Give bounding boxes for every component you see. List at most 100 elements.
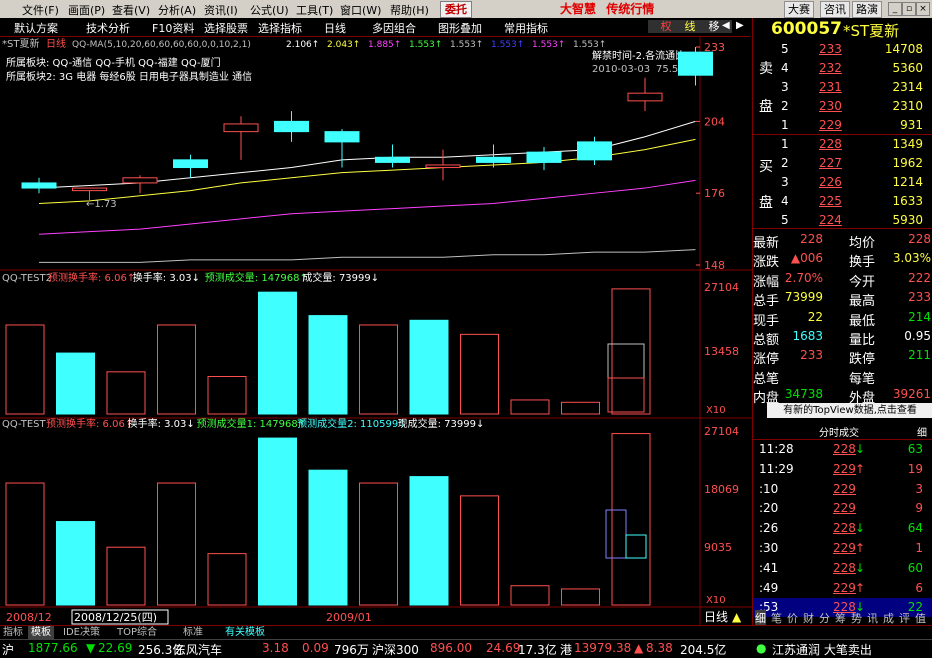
candle-body-10 <box>526 151 562 163</box>
stat-key: 跌停 <box>849 352 876 368</box>
menu-item-8[interactable]: 帮助(H) <box>390 2 429 18</box>
tick-row-7[interactable]: :49 229 ↑ 6 <box>753 579 932 598</box>
right-tab-10[interactable]: 值 <box>915 610 926 626</box>
chart-area[interactable]: *ST夏新 日线 QQ-MA(5,10,20,60,60,60,60,0,0,10,… <box>0 37 752 625</box>
ask-volume: 2310 <box>892 99 923 113</box>
right-tab-3[interactable]: 财 <box>803 610 814 626</box>
menu-item-0[interactable]: 文件(F) <box>22 2 59 18</box>
right-tab-1[interactable]: 笔 <box>771 610 782 626</box>
stat-key: 均价 <box>849 236 876 251</box>
menu-item-5[interactable]: 公式(U) <box>250 2 289 18</box>
bid-price: 227 <box>819 156 842 170</box>
tick-row-4[interactable]: :26 228 ↓ 64 <box>753 519 932 538</box>
ask-level: 4 <box>781 61 789 75</box>
toolbar-item-1[interactable]: 技术分析 <box>86 20 130 36</box>
bottom-tab-1[interactable]: 模板 <box>28 626 54 640</box>
tick-row-6[interactable]: :41 228 ↓ 60 <box>753 559 932 578</box>
bid-volume: 1962 <box>892 156 923 170</box>
right-tab-2[interactable]: 价 <box>787 610 798 626</box>
ma-value-3: 1.553↑ <box>409 40 442 50</box>
bottom-tab-0[interactable]: 指标 <box>0 626 26 640</box>
ask-volume: 2314 <box>892 80 923 94</box>
close-icon[interactable]: × <box>916 2 930 16</box>
roadshow-tab[interactable]: 路演 <box>852 1 882 18</box>
bottom-tab-2[interactable]: IDE决策 <box>60 626 103 640</box>
stat-value: 39261 <box>892 387 931 402</box>
minimize-icon[interactable]: _ <box>888 2 902 16</box>
arrow-right-icon[interactable]: ▶ <box>736 20 746 33</box>
bid-volume: 1349 <box>892 137 923 151</box>
right-tab-9[interactable]: 评 <box>899 610 910 626</box>
restore-icon[interactable]: ▫ <box>902 2 916 16</box>
chart-period: 日线 <box>46 37 66 50</box>
ask-level: 2 <box>781 99 789 113</box>
ask-row-0[interactable]: 5 233 14708 <box>753 40 932 59</box>
candle-body-5 <box>274 120 309 133</box>
trade-button[interactable]: 委托 <box>440 1 472 18</box>
panel3-bar-12 <box>611 433 651 606</box>
toolbar-item-3[interactable]: 选择股票 <box>204 20 248 36</box>
bid-row-2[interactable]: 3 226 1214 <box>753 173 932 192</box>
menu-item-3[interactable]: 分析(A) <box>158 2 196 18</box>
status-item-18: ● <box>756 641 767 655</box>
right-tab-8[interactable]: 成 <box>883 610 894 626</box>
tick-volume: 3 <box>915 481 923 496</box>
panel2-bar-7 <box>359 324 398 415</box>
toolbar-item-4[interactable]: 选择指标 <box>258 20 302 36</box>
bid-volume: 5930 <box>892 213 923 227</box>
ticks-detail-button[interactable]: 细 <box>917 424 927 439</box>
tick-volume: 19 <box>907 461 923 476</box>
menu-item-6[interactable]: 工具(T) <box>296 2 333 18</box>
chart-svg[interactable]: *ST夏新 日线 QQ-MA(5,10,20,60,60,60,60,0,0,10,… <box>0 37 752 625</box>
stat-key: 总额 <box>753 333 780 348</box>
ask-row-3[interactable]: 2 230 2310 <box>753 97 932 116</box>
news-tab[interactable]: 咨讯 <box>820 1 850 18</box>
right-tab-4[interactable]: 分 <box>819 610 830 626</box>
arrow-left-icon[interactable]: ◀ <box>722 20 732 33</box>
tick-row-3[interactable]: :20 229 9 <box>753 499 932 518</box>
stat-key: 换手 <box>849 255 876 271</box>
menu-item-1[interactable]: 画面(P) <box>68 2 105 18</box>
stat-row-6: 涨停 233 跌停 211 <box>753 346 932 368</box>
right-tab-6[interactable]: 势 <box>851 610 862 626</box>
contest-tab[interactable]: 大赛 <box>784 1 814 18</box>
menu-item-4[interactable]: 资讯(I) <box>204 2 238 18</box>
board-line-2: 所属板块2: 3G 电器 每经6股 日用电子器具制造业 通信 <box>6 70 252 83</box>
right-tab-5[interactable]: 筹 <box>835 610 846 626</box>
bottom-tab-3[interactable]: TOP综合 <box>114 626 160 640</box>
bid-row-1[interactable]: 2 227 1962 <box>753 154 932 173</box>
bottom-tab-5[interactable]: 标准 <box>180 626 206 640</box>
toolbar-item-2[interactable]: F10资料 <box>152 20 194 36</box>
toolbar-item-8[interactable]: 常用指标 <box>504 20 548 36</box>
topview-notice[interactable]: 有新的TopView数据,点击查看 <box>767 403 932 418</box>
menu-item-2[interactable]: 查看(V) <box>112 2 150 18</box>
stat-value: 233 <box>800 348 823 363</box>
ma-value-5: 1.553↑ <box>491 40 524 50</box>
tick-row-1[interactable]: 11:29 229 ↑ 19 <box>753 460 932 479</box>
period-label[interactable]: 日线 <box>704 610 728 624</box>
tick-row-2[interactable]: :10 229 3 <box>753 480 932 499</box>
right-tab-0[interactable]: 细 <box>755 610 766 626</box>
bottom-tab-7[interactable]: 有关模板 <box>222 626 268 640</box>
bid-row-0[interactable]: 1 228 1349 <box>753 135 932 154</box>
toolbar-item-6[interactable]: 多因组合 <box>372 20 416 36</box>
stat-value: 0.95 <box>904 329 931 343</box>
tick-row-0[interactable]: 11:28 228 ↓ 63 <box>753 440 932 459</box>
tick-row-5[interactable]: :30 229 ↑ 1 <box>753 539 932 558</box>
toolbar-item-7[interactable]: 图形叠加 <box>438 20 482 36</box>
stat-value: 233 <box>908 290 931 305</box>
stat-key: 总笔 <box>753 371 780 387</box>
info-box-title: 解禁时间-2.各流通比 <box>592 49 685 62</box>
toolbar-item-0[interactable]: 默认方案 <box>14 20 58 36</box>
right-tab-7[interactable]: 讯 <box>867 610 878 626</box>
ask-row-2[interactable]: 3 231 2314 <box>753 78 932 97</box>
toolbar-item-5[interactable]: 日线 <box>324 20 346 36</box>
ma-value-1: 2.043↑ <box>327 40 360 50</box>
menu-item-7[interactable]: 窗口(W) <box>340 2 381 18</box>
ma-value-6: 1.553↑ <box>532 40 565 50</box>
tick-volume: 60 <box>907 560 923 575</box>
ask-row-4[interactable]: 1 229 931 <box>753 116 932 135</box>
bid-row-3[interactable]: 4 225 1633 <box>753 192 932 211</box>
ask-row-1[interactable]: 4 232 5360 <box>753 59 932 78</box>
stat-row-7: 总笔 每笔 <box>753 366 932 387</box>
